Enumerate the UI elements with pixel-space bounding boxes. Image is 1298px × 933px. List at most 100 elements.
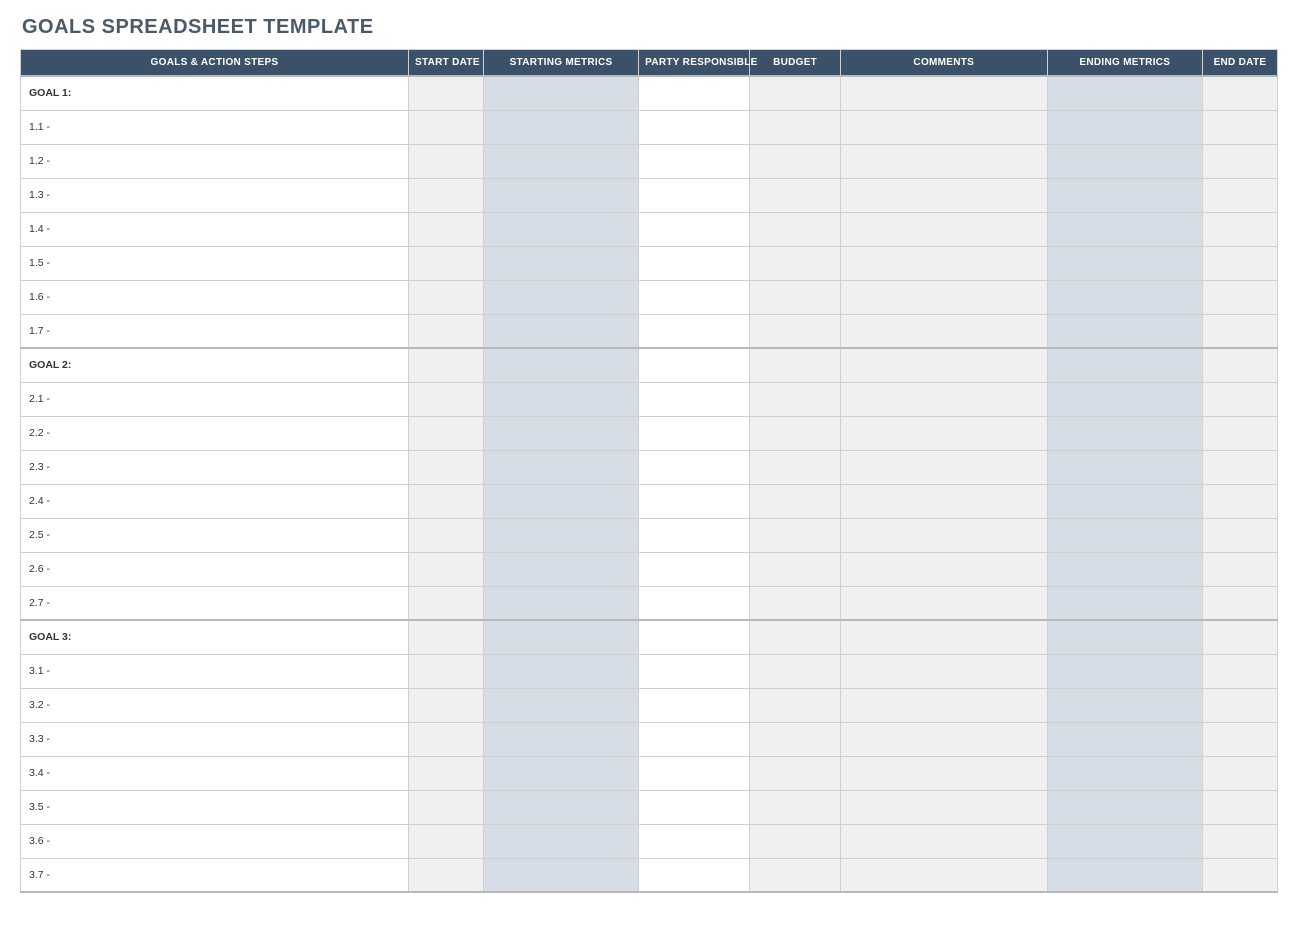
start-date-cell[interactable]: [408, 348, 483, 382]
budget-cell[interactable]: [750, 688, 841, 722]
start-date-cell[interactable]: [408, 824, 483, 858]
party-cell[interactable]: [639, 858, 750, 892]
starting-metrics-cell[interactable]: [483, 416, 638, 450]
budget-cell[interactable]: [750, 348, 841, 382]
budget-cell[interactable]: [750, 552, 841, 586]
comments-cell[interactable]: [840, 416, 1047, 450]
budget-cell[interactable]: [750, 756, 841, 790]
actions-cell[interactable]: 2.4 -: [21, 484, 409, 518]
comments-cell[interactable]: [840, 280, 1047, 314]
start-date-cell[interactable]: [408, 620, 483, 654]
comments-cell[interactable]: [840, 518, 1047, 552]
actions-cell[interactable]: 1.4 -: [21, 212, 409, 246]
actions-cell[interactable]: 3.5 -: [21, 790, 409, 824]
ending-metrics-cell[interactable]: [1047, 76, 1202, 110]
comments-cell[interactable]: [840, 212, 1047, 246]
actions-cell[interactable]: 1.6 -: [21, 280, 409, 314]
comments-cell[interactable]: [840, 348, 1047, 382]
ending-metrics-cell[interactable]: [1047, 484, 1202, 518]
party-cell[interactable]: [639, 756, 750, 790]
budget-cell[interactable]: [750, 110, 841, 144]
starting-metrics-cell[interactable]: [483, 280, 638, 314]
starting-metrics-cell[interactable]: [483, 76, 638, 110]
ending-metrics-cell[interactable]: [1047, 620, 1202, 654]
party-cell[interactable]: [639, 212, 750, 246]
starting-metrics-cell[interactable]: [483, 654, 638, 688]
end-date-cell[interactable]: [1202, 382, 1277, 416]
starting-metrics-cell[interactable]: [483, 858, 638, 892]
starting-metrics-cell[interactable]: [483, 722, 638, 756]
party-cell[interactable]: [639, 382, 750, 416]
ending-metrics-cell[interactable]: [1047, 552, 1202, 586]
end-date-cell[interactable]: [1202, 246, 1277, 280]
party-cell[interactable]: [639, 416, 750, 450]
budget-cell[interactable]: [750, 382, 841, 416]
start-date-cell[interactable]: [408, 280, 483, 314]
budget-cell[interactable]: [750, 620, 841, 654]
end-date-cell[interactable]: [1202, 756, 1277, 790]
end-date-cell[interactable]: [1202, 586, 1277, 620]
comments-cell[interactable]: [840, 178, 1047, 212]
budget-cell[interactable]: [750, 450, 841, 484]
comments-cell[interactable]: [840, 620, 1047, 654]
start-date-cell[interactable]: [408, 416, 483, 450]
end-date-cell[interactable]: [1202, 484, 1277, 518]
comments-cell[interactable]: [840, 314, 1047, 348]
end-date-cell[interactable]: [1202, 858, 1277, 892]
start-date-cell[interactable]: [408, 314, 483, 348]
comments-cell[interactable]: [840, 654, 1047, 688]
starting-metrics-cell[interactable]: [483, 518, 638, 552]
party-cell[interactable]: [639, 586, 750, 620]
actions-cell[interactable]: 2.3 -: [21, 450, 409, 484]
budget-cell[interactable]: [750, 654, 841, 688]
ending-metrics-cell[interactable]: [1047, 348, 1202, 382]
ending-metrics-cell[interactable]: [1047, 280, 1202, 314]
comments-cell[interactable]: [840, 552, 1047, 586]
actions-cell[interactable]: 1.7 -: [21, 314, 409, 348]
end-date-cell[interactable]: [1202, 178, 1277, 212]
start-date-cell[interactable]: [408, 756, 483, 790]
ending-metrics-cell[interactable]: [1047, 518, 1202, 552]
ending-metrics-cell[interactable]: [1047, 382, 1202, 416]
end-date-cell[interactable]: [1202, 620, 1277, 654]
ending-metrics-cell[interactable]: [1047, 654, 1202, 688]
end-date-cell[interactable]: [1202, 722, 1277, 756]
ending-metrics-cell[interactable]: [1047, 110, 1202, 144]
budget-cell[interactable]: [750, 178, 841, 212]
party-cell[interactable]: [639, 314, 750, 348]
actions-cell[interactable]: 2.6 -: [21, 552, 409, 586]
ending-metrics-cell[interactable]: [1047, 450, 1202, 484]
comments-cell[interactable]: [840, 824, 1047, 858]
start-date-cell[interactable]: [408, 382, 483, 416]
end-date-cell[interactable]: [1202, 144, 1277, 178]
start-date-cell[interactable]: [408, 144, 483, 178]
ending-metrics-cell[interactable]: [1047, 586, 1202, 620]
starting-metrics-cell[interactable]: [483, 110, 638, 144]
end-date-cell[interactable]: [1202, 212, 1277, 246]
actions-cell[interactable]: 2.1 -: [21, 382, 409, 416]
comments-cell[interactable]: [840, 484, 1047, 518]
party-cell[interactable]: [639, 484, 750, 518]
actions-cell[interactable]: 3.6 -: [21, 824, 409, 858]
starting-metrics-cell[interactable]: [483, 246, 638, 280]
comments-cell[interactable]: [840, 144, 1047, 178]
start-date-cell[interactable]: [408, 654, 483, 688]
end-date-cell[interactable]: [1202, 824, 1277, 858]
comments-cell[interactable]: [840, 110, 1047, 144]
budget-cell[interactable]: [750, 518, 841, 552]
party-cell[interactable]: [639, 450, 750, 484]
starting-metrics-cell[interactable]: [483, 212, 638, 246]
start-date-cell[interactable]: [408, 552, 483, 586]
end-date-cell[interactable]: [1202, 314, 1277, 348]
comments-cell[interactable]: [840, 382, 1047, 416]
starting-metrics-cell[interactable]: [483, 756, 638, 790]
starting-metrics-cell[interactable]: [483, 824, 638, 858]
starting-metrics-cell[interactable]: [483, 144, 638, 178]
starting-metrics-cell[interactable]: [483, 450, 638, 484]
actions-cell[interactable]: 1.5 -: [21, 246, 409, 280]
actions-cell[interactable]: 1.1 -: [21, 110, 409, 144]
start-date-cell[interactable]: [408, 586, 483, 620]
start-date-cell[interactable]: [408, 178, 483, 212]
comments-cell[interactable]: [840, 586, 1047, 620]
end-date-cell[interactable]: [1202, 518, 1277, 552]
